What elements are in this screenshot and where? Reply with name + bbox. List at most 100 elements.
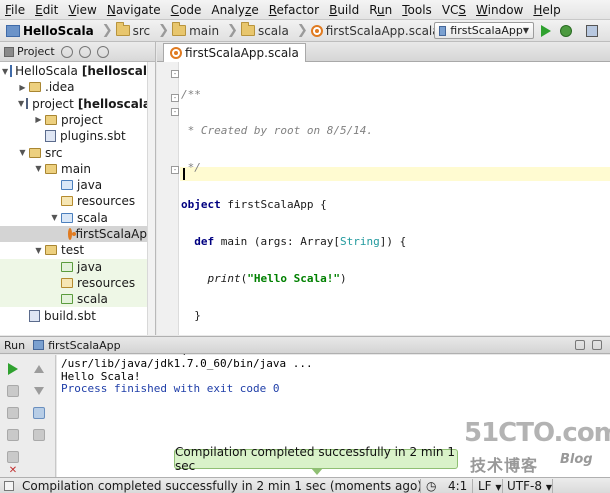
tree-item-plugins-sbt[interactable]: plugins.sbt bbox=[0, 128, 147, 144]
breadcrumb-main[interactable]: ❯ main bbox=[152, 20, 221, 42]
cursor-position[interactable]: 4:1 bbox=[448, 478, 467, 493]
encoding-select[interactable]: UTF-8 ▼ bbox=[507, 478, 552, 493]
menu-vcs[interactable]: VCS bbox=[437, 0, 471, 20]
tree-item-java[interactable]: java bbox=[0, 258, 147, 275]
scroll-down-button[interactable] bbox=[32, 384, 46, 398]
fold-marker-icon[interactable]: - bbox=[171, 166, 179, 174]
run-tab[interactable]: firstScalaApp bbox=[48, 339, 121, 352]
history-icon[interactable]: ◷ bbox=[426, 478, 438, 493]
scroll-from-source-icon[interactable] bbox=[60, 45, 73, 58]
menu-refactor[interactable]: Refactor bbox=[264, 0, 324, 20]
balloon-text: Compilation completed successfully in 2 … bbox=[175, 445, 455, 473]
expand-open-icon[interactable]: ▼ bbox=[34, 246, 43, 255]
code-text-span: } bbox=[194, 308, 201, 322]
run-panel-header: Run firstScalaApp bbox=[0, 336, 610, 354]
breadcrumb-scala[interactable]: ❯ scala bbox=[221, 20, 291, 42]
watermark-logo: 51CTO.com 技术博客 Blog bbox=[464, 418, 610, 475]
tree-item--idea[interactable]: ▶ .idea bbox=[0, 79, 147, 95]
code-text-span: main (args: Array[ bbox=[214, 235, 340, 249]
tree-item-helloscala[interactable]: ▼ HelloScala[helloscala] bbox=[0, 63, 147, 79]
project-scrollbar[interactable] bbox=[147, 62, 155, 335]
menu-window[interactable]: Window bbox=[471, 0, 528, 20]
exit-icon bbox=[7, 451, 19, 463]
rerun-button[interactable] bbox=[6, 362, 20, 376]
tree-item-project[interactable]: ▶ project bbox=[0, 112, 147, 128]
tree-item-scala[interactable]: ▼ scala bbox=[0, 210, 147, 226]
menu-bar: File Edit View Navigate Code Analyze Refactor B… bbox=[0, 0, 610, 20]
run-panel-title[interactable]: Run bbox=[0, 339, 25, 352]
fold-marker-icon[interactable]: - bbox=[171, 94, 179, 102]
expand-open-icon[interactable]: ▼ bbox=[50, 213, 59, 222]
menu-help[interactable]: Help bbox=[528, 0, 565, 20]
hide-panel-icon[interactable] bbox=[96, 45, 109, 58]
menu-edit[interactable]: Edit bbox=[30, 0, 63, 20]
tree-item-resources[interactable]: resources bbox=[0, 193, 147, 209]
text-caret bbox=[183, 168, 185, 180]
expand-closed-icon[interactable]: ▶ bbox=[18, 83, 27, 92]
exit-button[interactable] bbox=[6, 450, 20, 464]
breadcrumb-separator: ❯ bbox=[296, 23, 308, 38]
tree-item-resources[interactable]: resources bbox=[0, 274, 147, 291]
menu-view[interactable]: View bbox=[63, 0, 101, 20]
compilation-balloon[interactable]: Compilation completed successfully in 2 … bbox=[174, 445, 458, 475]
menu-analyze[interactable]: Analyze bbox=[206, 0, 263, 20]
expand-open-icon[interactable]: ▼ bbox=[34, 164, 43, 173]
expand-open-icon[interactable]: ▼ bbox=[2, 67, 8, 76]
stop-button[interactable] bbox=[6, 384, 20, 398]
breadcrumb-src[interactable]: ❯ src bbox=[96, 20, 152, 42]
close-button[interactable]: ✕ bbox=[6, 463, 20, 477]
run-button[interactable] bbox=[538, 23, 554, 39]
tree-item-java[interactable]: java bbox=[0, 177, 147, 193]
tree-item-label: scala bbox=[77, 292, 108, 307]
menu-file[interactable]: File bbox=[0, 0, 30, 20]
expand-closed-icon[interactable]: ▶ bbox=[34, 115, 43, 124]
tree-item-test[interactable]: ▼ test bbox=[0, 242, 147, 258]
menu-run[interactable]: Run bbox=[364, 0, 397, 20]
hide-panel-icon[interactable] bbox=[592, 340, 602, 350]
editor-tab-bar: firstScalaApp.scala bbox=[157, 42, 610, 62]
debug-button[interactable] bbox=[558, 23, 574, 39]
watermark-main: 51CTO.com bbox=[464, 418, 610, 448]
code-comment: * Created by root on 8/5/14. bbox=[181, 124, 374, 138]
menu-navigate[interactable]: Navigate bbox=[102, 0, 166, 20]
tree-item-main[interactable]: ▼ main bbox=[0, 161, 147, 177]
tree-item-src[interactable]: ▼ src bbox=[0, 145, 147, 161]
expand-open-icon[interactable]: ▼ bbox=[18, 148, 27, 157]
menu-build[interactable]: Build bbox=[324, 0, 364, 20]
watermark-blog: Blog bbox=[560, 452, 593, 467]
code-type: String bbox=[339, 235, 380, 249]
breadcrumb-project[interactable]: HelloScala bbox=[0, 20, 96, 42]
close-icon: ✕ bbox=[8, 464, 18, 476]
tree-item-firstscalaap[interactable]: firstScalaAp bbox=[0, 226, 147, 242]
pause-button[interactable] bbox=[6, 406, 20, 420]
dump-threads-button[interactable] bbox=[6, 428, 20, 442]
settings-icon[interactable] bbox=[575, 340, 585, 350]
tree-item-scala[interactable]: scala bbox=[0, 291, 147, 308]
status-separator bbox=[552, 479, 553, 493]
fold-marker-icon[interactable]: - bbox=[171, 70, 179, 78]
scroll-up-button[interactable] bbox=[32, 362, 46, 376]
tree-item-project[interactable]: ▼ project[helloscala-b bbox=[0, 96, 147, 112]
project-panel-title[interactable]: Project bbox=[17, 45, 55, 58]
console-exit-line: Process finished with exit code 0 bbox=[61, 382, 280, 395]
print-button[interactable] bbox=[32, 428, 46, 442]
fold-marker-icon[interactable]: - bbox=[171, 108, 179, 116]
line-separator-select[interactable]: LF ▼ bbox=[478, 478, 502, 493]
arrow-down-icon bbox=[34, 387, 44, 395]
menu-tools[interactable]: Tools bbox=[397, 0, 437, 20]
tree-item-label: src bbox=[45, 145, 63, 160]
resources-folder-icon bbox=[61, 196, 73, 207]
folder-icon bbox=[45, 114, 57, 125]
tree-item-build-sbt[interactable]: build.sbt bbox=[0, 308, 147, 324]
tab-firstscalaapp[interactable]: firstScalaApp.scala bbox=[163, 43, 306, 62]
soft-wrap-button[interactable] bbox=[32, 406, 46, 420]
sdk-button[interactable] bbox=[584, 23, 600, 39]
breadcrumb-file[interactable]: ❯ firstScalaApp.scala bbox=[291, 20, 442, 42]
menu-code[interactable]: Code bbox=[166, 0, 207, 20]
run-configuration-select[interactable]: firstScalaApp ▼ bbox=[434, 22, 534, 39]
code-comment: /** bbox=[181, 87, 201, 101]
tool-windows-icon[interactable] bbox=[4, 481, 14, 491]
settings-icon[interactable] bbox=[78, 45, 91, 58]
tree-item-label: HelloScala bbox=[15, 64, 78, 78]
expand-open-icon[interactable]: ▼ bbox=[18, 99, 24, 108]
